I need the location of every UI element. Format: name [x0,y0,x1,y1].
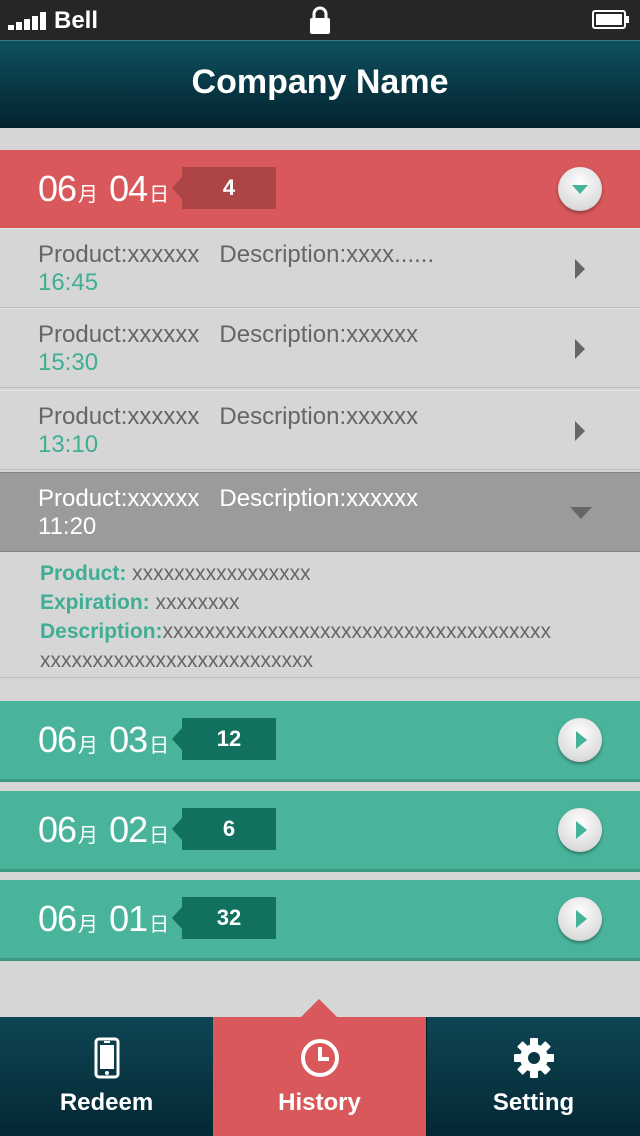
description-text: Description:xxxxxx [219,485,419,512]
product-text: Product:xxxxxx [38,403,200,430]
expand-button[interactable] [558,897,602,941]
item-time: 11:20 [38,513,97,540]
list-item[interactable]: Product:xxxxxx Description:xxxx...... 16:… [0,228,640,308]
product-text: Product:xxxxxx [38,241,200,268]
chevron-right-icon [576,821,587,839]
list-item[interactable]: Product:xxxxxx Description:xxxxxx 15:30 [0,308,640,388]
product-text: Product:xxxxxx [38,321,200,348]
group-date: 06 月 04 日 [38,168,170,209]
description-text: Description:xxxxxx [219,403,419,430]
expand-button[interactable] [558,808,602,852]
tab-redeem[interactable]: Redeem [0,1017,213,1136]
chevron-right-icon [575,421,585,441]
clock-icon [301,1039,339,1077]
group-date: 06 月 03 日 [38,719,170,760]
list-item[interactable]: Product:xxxxxx Description:xxxxxx 13:10 [0,390,640,470]
tab-setting[interactable]: Setting [427,1017,640,1136]
count-badge: 4 [172,167,276,209]
tab-label: Redeem [59,1089,154,1116]
count-badge: 32 [172,897,276,939]
chevron-right-icon [575,259,585,279]
chevron-down-icon [572,185,588,194]
battery-icon [592,10,629,29]
phone-icon [94,1037,120,1079]
detail-description: Description:xxxxxxxxxxxxxxxxxxxxxxxxxxxx… [40,620,552,643]
detail-expiration: Expiration: xxxxxxxx [40,591,240,614]
collapse-button[interactable] [558,167,602,211]
list-item-expanded[interactable]: Product:xxxxxx Description:xxxxxx 11:20 [0,472,640,552]
group-date: 06 月 01 日 [38,898,170,939]
gear-icon [514,1038,554,1078]
item-time: 16:45 [38,269,99,296]
count-badge: 12 [172,718,276,760]
chevron-down-icon [570,507,592,519]
status-bar: Bell [0,0,640,40]
tab-label: Setting [492,1089,575,1116]
day-group-header-0603[interactable]: 06 月 03 日 12 [0,701,640,779]
chevron-right-icon [575,339,585,359]
detail-description-cont: xxxxxxxxxxxxxxxxxxxxxxxxxx [40,649,313,672]
item-time: 15:30 [38,349,99,376]
day-group-header-0601[interactable]: 06 月 01 日 32 [0,880,640,958]
chevron-right-icon [576,731,587,749]
chevron-right-icon [576,910,587,928]
day-group-header-0602[interactable]: 06 月 02 日 6 [0,791,640,869]
expand-button[interactable] [558,718,602,762]
tab-history[interactable]: History [213,999,426,1136]
product-text: Product:xxxxxx [38,485,200,512]
tab-label: History [278,1089,361,1116]
item-detail-panel: Product: xxxxxxxxxxxxxxxxx Expiration: x… [0,554,640,678]
carrier-name: Bell [54,7,99,34]
app-header: Company Name [0,40,640,128]
count-badge: 6 [172,808,276,850]
tab-bar: Redeem History Setting [0,999,640,1136]
day-group-header-0604[interactable]: 06 月 04 日 4 [0,150,640,228]
detail-product: Product: xxxxxxxxxxxxxxxxx [40,562,311,585]
item-time: 13:10 [38,431,99,458]
group-date: 06 月 02 日 [38,809,170,850]
lock-icon [310,6,330,34]
page-title: Company Name [191,63,449,101]
description-text: Description:xxxxxx [219,321,419,348]
signal-strength-icon [8,10,48,30]
description-text: Description:xxxx...... [219,241,435,268]
